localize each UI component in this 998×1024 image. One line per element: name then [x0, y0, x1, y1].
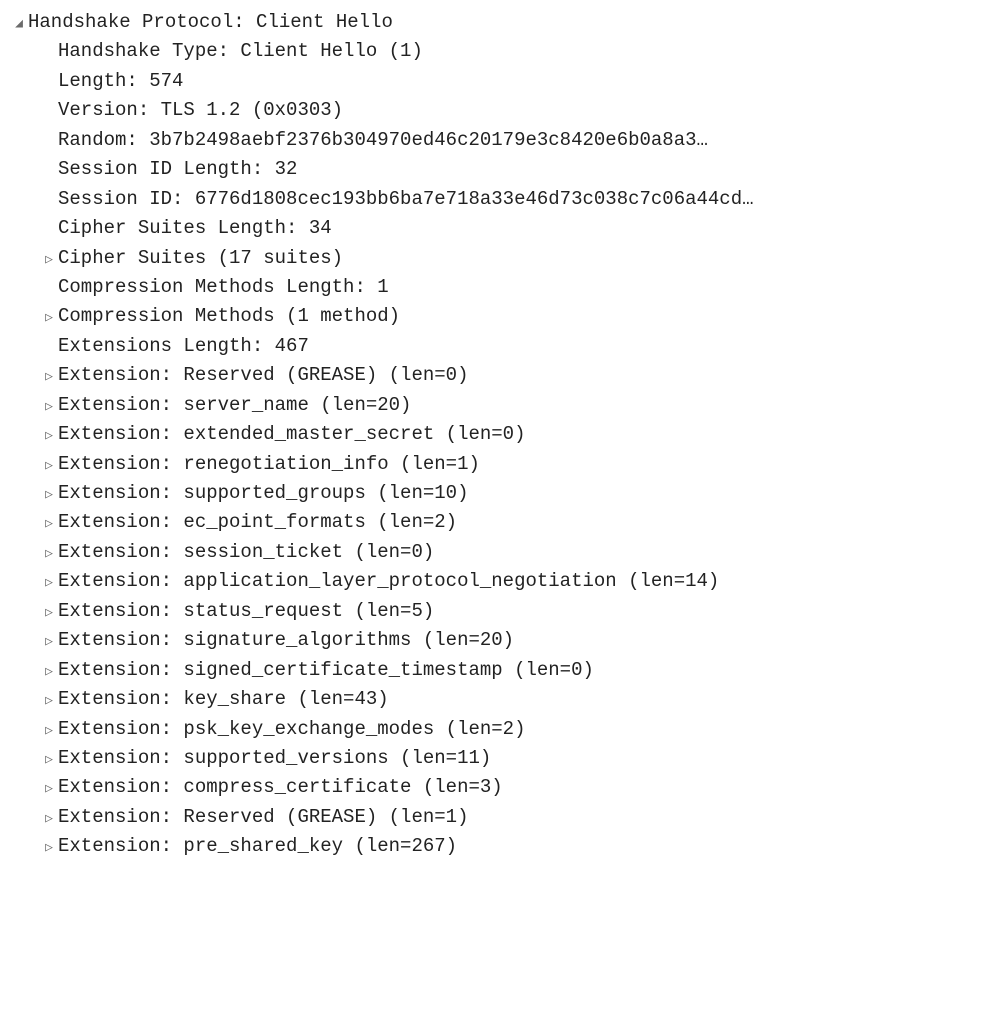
- tree-row[interactable]: ▷Extension: extended_master_secret (len=…: [12, 420, 986, 449]
- tree-row-label: Extension: compress_certificate (len=3): [58, 773, 503, 802]
- expand-toggle-icon[interactable]: ▷: [42, 308, 56, 328]
- tree-row-label: Extension: server_name (len=20): [58, 391, 411, 420]
- tree-row-label: Extension: renegotiation_info (len=1): [58, 450, 480, 479]
- tree-row[interactable]: ▷Extension: supported_versions (len=11): [12, 744, 986, 773]
- tree-row-label: Compression Methods (1 method): [58, 302, 400, 331]
- expand-toggle-icon[interactable]: ▷: [42, 426, 56, 446]
- tree-row: Session ID Length: 32: [12, 155, 986, 184]
- tree-row: Session ID: 6776d1808cec193bb6ba7e718a33…: [12, 185, 986, 214]
- tree-row[interactable]: ▷Extension: Reserved (GREASE) (len=0): [12, 361, 986, 390]
- tree-row: Length: 574: [12, 67, 986, 96]
- tree-row-label: Extension: supported_groups (len=10): [58, 479, 468, 508]
- expand-toggle-icon[interactable]: ▷: [42, 691, 56, 711]
- tree-children-container: Handshake Type: Client Hello (1)Length: …: [12, 37, 986, 861]
- tree-row-label: Extensions Length: 467: [58, 332, 309, 361]
- expand-toggle-icon[interactable]: ▷: [42, 544, 56, 564]
- tree-row-label: Session ID: 6776d1808cec193bb6ba7e718a33…: [58, 185, 754, 214]
- tree-row-label: Extension: pre_shared_key (len=267): [58, 832, 457, 861]
- expand-toggle-icon[interactable]: ▷: [42, 485, 56, 505]
- tree-row[interactable]: ▷Extension: signature_algorithms (len=20…: [12, 626, 986, 655]
- expand-toggle-icon[interactable]: ▷: [42, 367, 56, 387]
- tree-row-label: Session ID Length: 32: [58, 155, 297, 184]
- expand-toggle-icon[interactable]: ▷: [42, 779, 56, 799]
- tree-row-label: Extension: psk_key_exchange_modes (len=2…: [58, 715, 525, 744]
- tree-row[interactable]: ▷Extension: psk_key_exchange_modes (len=…: [12, 715, 986, 744]
- expand-toggle-icon[interactable]: ▷: [42, 838, 56, 858]
- tree-row-label: Handshake Type: Client Hello (1): [58, 37, 423, 66]
- tree-row-label: Extension: Reserved (GREASE) (len=0): [58, 361, 468, 390]
- tree-row[interactable]: ▷Extension: pre_shared_key (len=267): [12, 832, 986, 861]
- expand-toggle-icon[interactable]: ▷: [42, 250, 56, 270]
- tree-row-label: Extension: Reserved (GREASE) (len=1): [58, 803, 468, 832]
- tree-row: Compression Methods Length: 1: [12, 273, 986, 302]
- tree-row-label: Extension: session_ticket (len=0): [58, 538, 434, 567]
- expand-toggle-icon[interactable]: ▷: [42, 603, 56, 623]
- tree-row[interactable]: ▷Extension: supported_groups (len=10): [12, 479, 986, 508]
- tree-row-label: Extension: signature_algorithms (len=20): [58, 626, 514, 655]
- tree-row-label: Version: TLS 1.2 (0x0303): [58, 96, 343, 125]
- tree-row[interactable]: ▷Extension: server_name (len=20): [12, 391, 986, 420]
- expand-toggle-icon[interactable]: ▷: [42, 750, 56, 770]
- tree-row-label: Length: 574: [58, 67, 183, 96]
- tree-row[interactable]: ▷Extension: status_request (len=5): [12, 597, 986, 626]
- tree-root-label: Handshake Protocol: Client Hello: [28, 8, 393, 37]
- tree-row-label: Random: 3b7b2498aebf2376b304970ed46c2017…: [58, 126, 708, 155]
- tree-row[interactable]: ▷Extension: ec_point_formats (len=2): [12, 508, 986, 537]
- expand-toggle-icon[interactable]: ▷: [42, 809, 56, 829]
- tree-row[interactable]: ▷Extension: renegotiation_info (len=1): [12, 450, 986, 479]
- tree-row[interactable]: ▷Extension: signed_certificate_timestamp…: [12, 656, 986, 685]
- tree-row[interactable]: ▷Extension: session_ticket (len=0): [12, 538, 986, 567]
- expand-toggle-icon[interactable]: ▷: [42, 514, 56, 534]
- tree-row: Cipher Suites Length: 34: [12, 214, 986, 243]
- tree-row-label: Extension: status_request (len=5): [58, 597, 434, 626]
- tree-row-label: Extension: key_share (len=43): [58, 685, 389, 714]
- tree-row: Handshake Type: Client Hello (1): [12, 37, 986, 66]
- tree-row[interactable]: ▷Compression Methods (1 method): [12, 302, 986, 331]
- expand-toggle-icon[interactable]: ▷: [42, 573, 56, 593]
- tree-row[interactable]: ▷Extension: key_share (len=43): [12, 685, 986, 714]
- tree-row-label: Compression Methods Length: 1: [58, 273, 389, 302]
- tree-row-label: Cipher Suites (17 suites): [58, 244, 343, 273]
- tree-row-label: Extension: ec_point_formats (len=2): [58, 508, 457, 537]
- tree-row[interactable]: ▷Extension: application_layer_protocol_n…: [12, 567, 986, 596]
- tree-row: Random: 3b7b2498aebf2376b304970ed46c2017…: [12, 126, 986, 155]
- tree-row: Version: TLS 1.2 (0x0303): [12, 96, 986, 125]
- expand-toggle-icon[interactable]: ◢: [12, 14, 26, 34]
- expand-toggle-icon[interactable]: ▷: [42, 397, 56, 417]
- tree-row-label: Extension: signed_certificate_timestamp …: [58, 656, 594, 685]
- tree-row-label: Extension: application_layer_protocol_ne…: [58, 567, 719, 596]
- tree-root-row[interactable]: ◢ Handshake Protocol: Client Hello: [12, 8, 986, 37]
- expand-toggle-icon[interactable]: ▷: [42, 721, 56, 741]
- expand-toggle-icon[interactable]: ▷: [42, 632, 56, 652]
- tree-row-label: Cipher Suites Length: 34: [58, 214, 332, 243]
- expand-toggle-icon[interactable]: ▷: [42, 662, 56, 682]
- tree-row-label: Extension: extended_master_secret (len=0…: [58, 420, 525, 449]
- expand-toggle-icon[interactable]: ▷: [42, 456, 56, 476]
- tree-row[interactable]: ▷Extension: compress_certificate (len=3): [12, 773, 986, 802]
- tree-row[interactable]: ▷Extension: Reserved (GREASE) (len=1): [12, 803, 986, 832]
- tree-row[interactable]: ▷Cipher Suites (17 suites): [12, 244, 986, 273]
- tree-row: Extensions Length: 467: [12, 332, 986, 361]
- tree-row-label: Extension: supported_versions (len=11): [58, 744, 491, 773]
